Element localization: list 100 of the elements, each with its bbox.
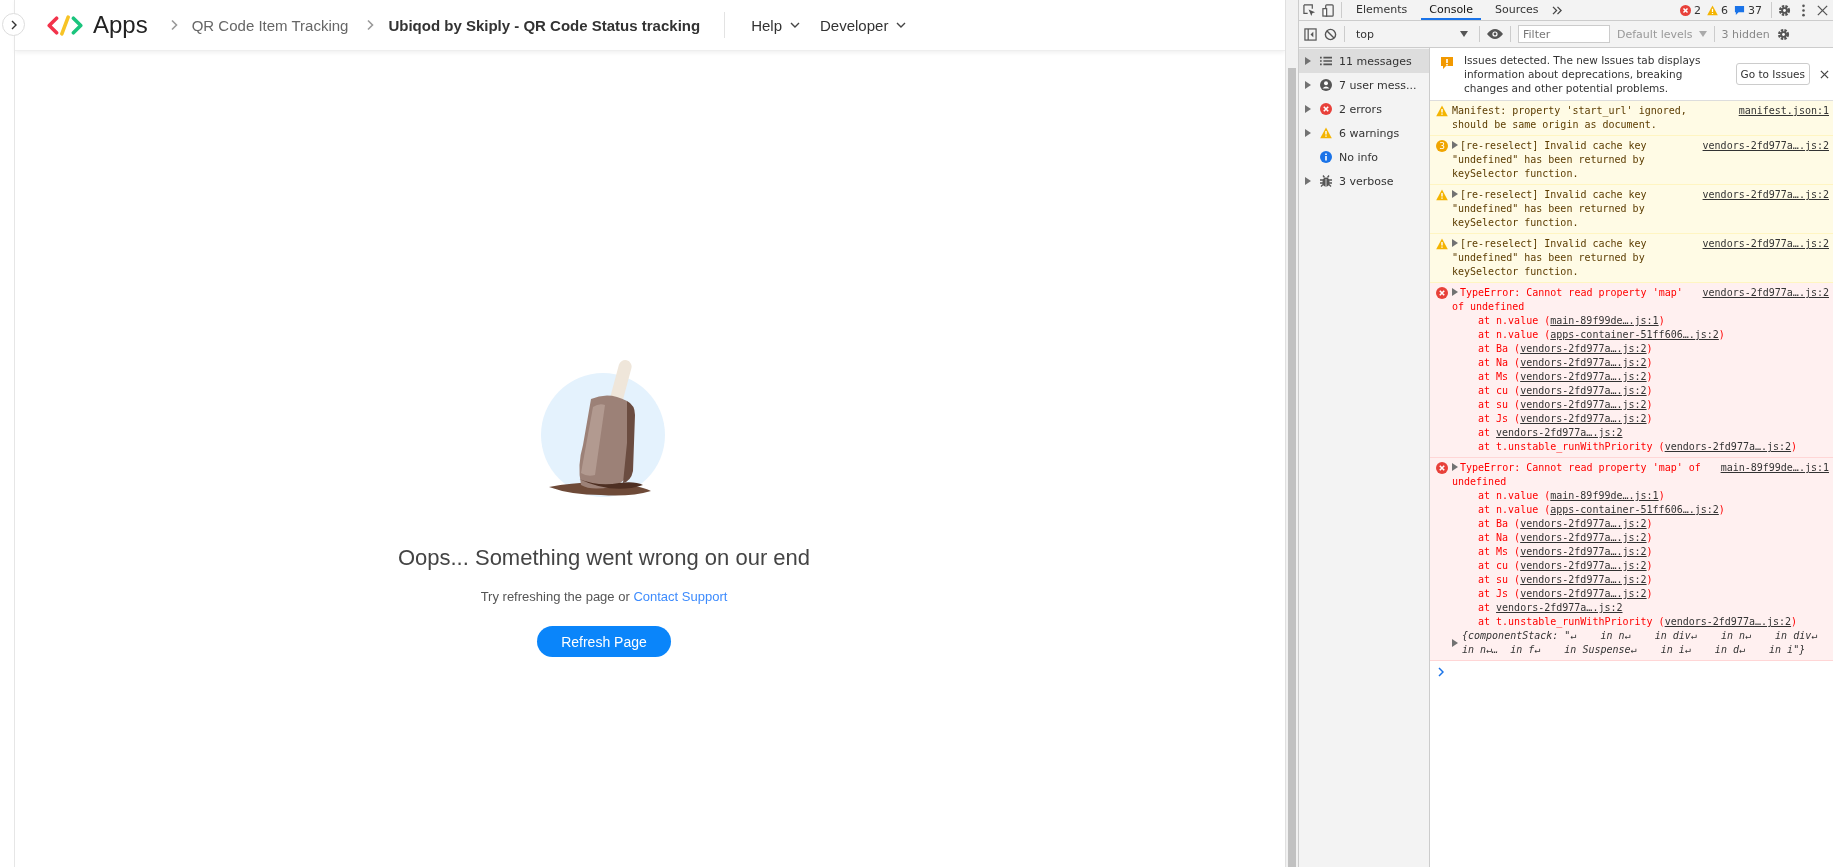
source-link[interactable]: main-89f99de….js:1	[1550, 490, 1659, 501]
expand-icon[interactable]	[1452, 288, 1458, 296]
clear-console-icon[interactable]	[1324, 27, 1337, 41]
warning-icon	[1436, 105, 1448, 117]
expand-icon[interactable]	[1452, 239, 1458, 247]
expand-icon[interactable]	[1305, 57, 1311, 65]
refresh-page-button[interactable]: Refresh Page	[537, 626, 671, 657]
console-sidebar-item[interactable]: No info	[1299, 145, 1429, 169]
stack-frame: at vendors-2fd977a….js:2	[1452, 426, 1829, 440]
device-icon[interactable]	[1322, 3, 1335, 17]
settings-icon[interactable]	[1776, 27, 1790, 41]
eye-icon[interactable]	[1487, 28, 1503, 40]
error-icon	[1320, 103, 1332, 115]
source-link[interactable]: vendors-2fd977a….js:2	[1520, 518, 1647, 529]
expand-icon[interactable]	[1305, 105, 1311, 113]
console-sidebar-item[interactable]: 3 verbose	[1299, 169, 1429, 193]
more-tabs-icon[interactable]	[1552, 5, 1564, 15]
source-link[interactable]: vendors-2fd977a….js:2	[1520, 385, 1647, 396]
source-link[interactable]: vendors-2fd977a….js:2	[1520, 357, 1647, 368]
source-link[interactable]: vendors-2fd977a….js:2	[1520, 532, 1647, 543]
nav-menu[interactable]: Developer	[810, 16, 917, 34]
source-link[interactable]: vendors-2fd977a….js:2	[1702, 237, 1829, 251]
stack-frame: at t.unstable_runWithPriority (vendors-2fd977a….js:2)	[1452, 440, 1829, 454]
stack-frame: at cu (vendors-2fd977a….js:2)	[1452, 559, 1829, 573]
source-link[interactable]: vendors-2fd977a….js:2	[1520, 413, 1647, 424]
source-link[interactable]: vendors-2fd977a….js:2	[1496, 602, 1623, 613]
go-to-issues-button[interactable]: Go to Issues	[1735, 63, 1810, 85]
scrollbar-thumb[interactable]	[1288, 68, 1296, 867]
expand-icon[interactable]	[1452, 190, 1458, 198]
source-link[interactable]: vendors-2fd977a….js:2	[1664, 441, 1792, 452]
settings-icon[interactable]	[1778, 3, 1791, 17]
stack-frame: at Js (vendors-2fd977a….js:2)	[1452, 587, 1829, 601]
source-link[interactable]: apps-container-51ff606….js:2	[1550, 504, 1719, 515]
source-link[interactable]: vendors-2fd977a….js:2	[1520, 560, 1647, 571]
chevron-icon	[169, 19, 178, 31]
expand-icon[interactable]	[1305, 129, 1311, 137]
source-link[interactable]: vendors-2fd977a….js:2	[1702, 139, 1829, 153]
error-heading: Oops... Something went wrong on our end	[397, 545, 811, 571]
breadcrumb-link[interactable]: QR Code Item Tracking	[191, 16, 349, 34]
source-link[interactable]: vendors-2fd977a….js:2	[1520, 546, 1647, 557]
caret-icon	[1460, 31, 1468, 37]
expand-icon[interactable]	[1452, 141, 1458, 149]
expand-icon[interactable]	[1452, 639, 1458, 647]
sidebar-toggle-button[interactable]	[2, 13, 25, 36]
prompt-icon[interactable]	[1438, 667, 1444, 677]
source-link[interactable]: main-89f99de….js:1	[1720, 461, 1829, 475]
source-link[interactable]: vendors-2fd977a….js:2	[1520, 399, 1647, 410]
source-link[interactable]: apps-container-51ff606….js:2	[1550, 329, 1719, 340]
filter-field[interactable]: Filter	[1518, 25, 1610, 43]
stack-frame: at t.unstable_runWithPriority (vendors-2fd977a….js:2)	[1452, 615, 1829, 629]
devtools-tab[interactable]: Elements	[1348, 0, 1416, 20]
warning-icon	[1707, 4, 1718, 16]
source-link[interactable]: vendors-2fd977a….js:2	[1520, 574, 1647, 585]
source-link[interactable]: vendors-2fd977a….js:2	[1520, 371, 1647, 382]
expand-icon[interactable]	[1305, 177, 1311, 185]
list-icon	[1320, 55, 1332, 67]
console-sidebar-item[interactable]: 2 errors	[1299, 97, 1429, 121]
error-icon	[1436, 287, 1448, 299]
source-link[interactable]: vendors-2fd977a….js:2	[1664, 616, 1792, 627]
breadcrumb-link[interactable]: Ubiqod by Skiply - QR Code Status tracking	[388, 16, 701, 34]
inspect-icon[interactable]	[1303, 3, 1316, 17]
warning-icon	[1436, 189, 1448, 201]
stack-frame: at Na (vendors-2fd977a….js:2)	[1452, 356, 1829, 370]
console-sidebar-item[interactable]: 7 user mess...	[1299, 73, 1429, 97]
repeat-count: 3	[1436, 140, 1448, 152]
source-link[interactable]: vendors-2fd977a….js:2	[1702, 188, 1829, 202]
devtools-tab[interactable]: Sources	[1486, 0, 1547, 20]
stack-frame: at Ba (vendors-2fd977a….js:2)	[1452, 517, 1829, 531]
caret-icon	[896, 22, 907, 28]
expand-icon[interactable]	[1452, 463, 1458, 471]
expand-icon[interactable]	[1305, 81, 1311, 89]
error-icon	[1436, 462, 1448, 474]
console-message: [re-reselect] Invalid cache key "undefined" has been returned by keySelector function.	[1452, 188, 1648, 230]
source-link[interactable]: main-89f99de….js:1	[1550, 315, 1659, 326]
console-sidebar-item[interactable]: 11 messages	[1299, 49, 1429, 73]
info-icon	[1320, 151, 1332, 163]
context-select[interactable]: top	[1352, 27, 1472, 41]
issues-icon	[1440, 56, 1454, 70]
source-link[interactable]: vendors-2fd977a….js:2	[1520, 343, 1647, 354]
source-link[interactable]: vendors-2fd977a….js:2	[1520, 588, 1647, 599]
message-icon	[1734, 4, 1745, 16]
stack-frame: at su (vendors-2fd977a….js:2)	[1452, 573, 1829, 587]
chevron-icon	[9, 19, 18, 30]
close-icon[interactable]	[1820, 69, 1829, 79]
source-link[interactable]: manifest.json:1	[1738, 104, 1829, 118]
console-message: Manifest: property 'start_url' ignored, should be same origin as document.	[1452, 104, 1688, 132]
issues-banner-text: Issues detected. The new Issues tab displays information about deprecations, breaking changes and other potential problems.	[1464, 53, 1702, 95]
nav-menu[interactable]: Help	[741, 16, 810, 34]
error-message: Try refreshing the page or Contact Support	[480, 589, 728, 604]
stack-frame: at Ms (vendors-2fd977a….js:2)	[1452, 545, 1829, 559]
console-sidebar-item[interactable]: 6 warnings	[1299, 121, 1429, 145]
console-message: [re-reselect] Invalid cache key "undefined" has been returned by keySelector function.	[1452, 237, 1648, 279]
close-icon[interactable]	[1816, 3, 1829, 17]
stack-frame: at Ms (vendors-2fd977a….js:2)	[1452, 370, 1829, 384]
warning-count: 6	[1721, 3, 1728, 17]
chevron-icon	[366, 19, 375, 31]
message-count: 37	[1748, 3, 1762, 17]
source-link[interactable]: vendors-2fd977a….js:2	[1496, 427, 1623, 438]
source-link[interactable]: vendors-2fd977a….js:2	[1702, 286, 1829, 300]
sidebar-icon[interactable]	[1304, 27, 1317, 41]
